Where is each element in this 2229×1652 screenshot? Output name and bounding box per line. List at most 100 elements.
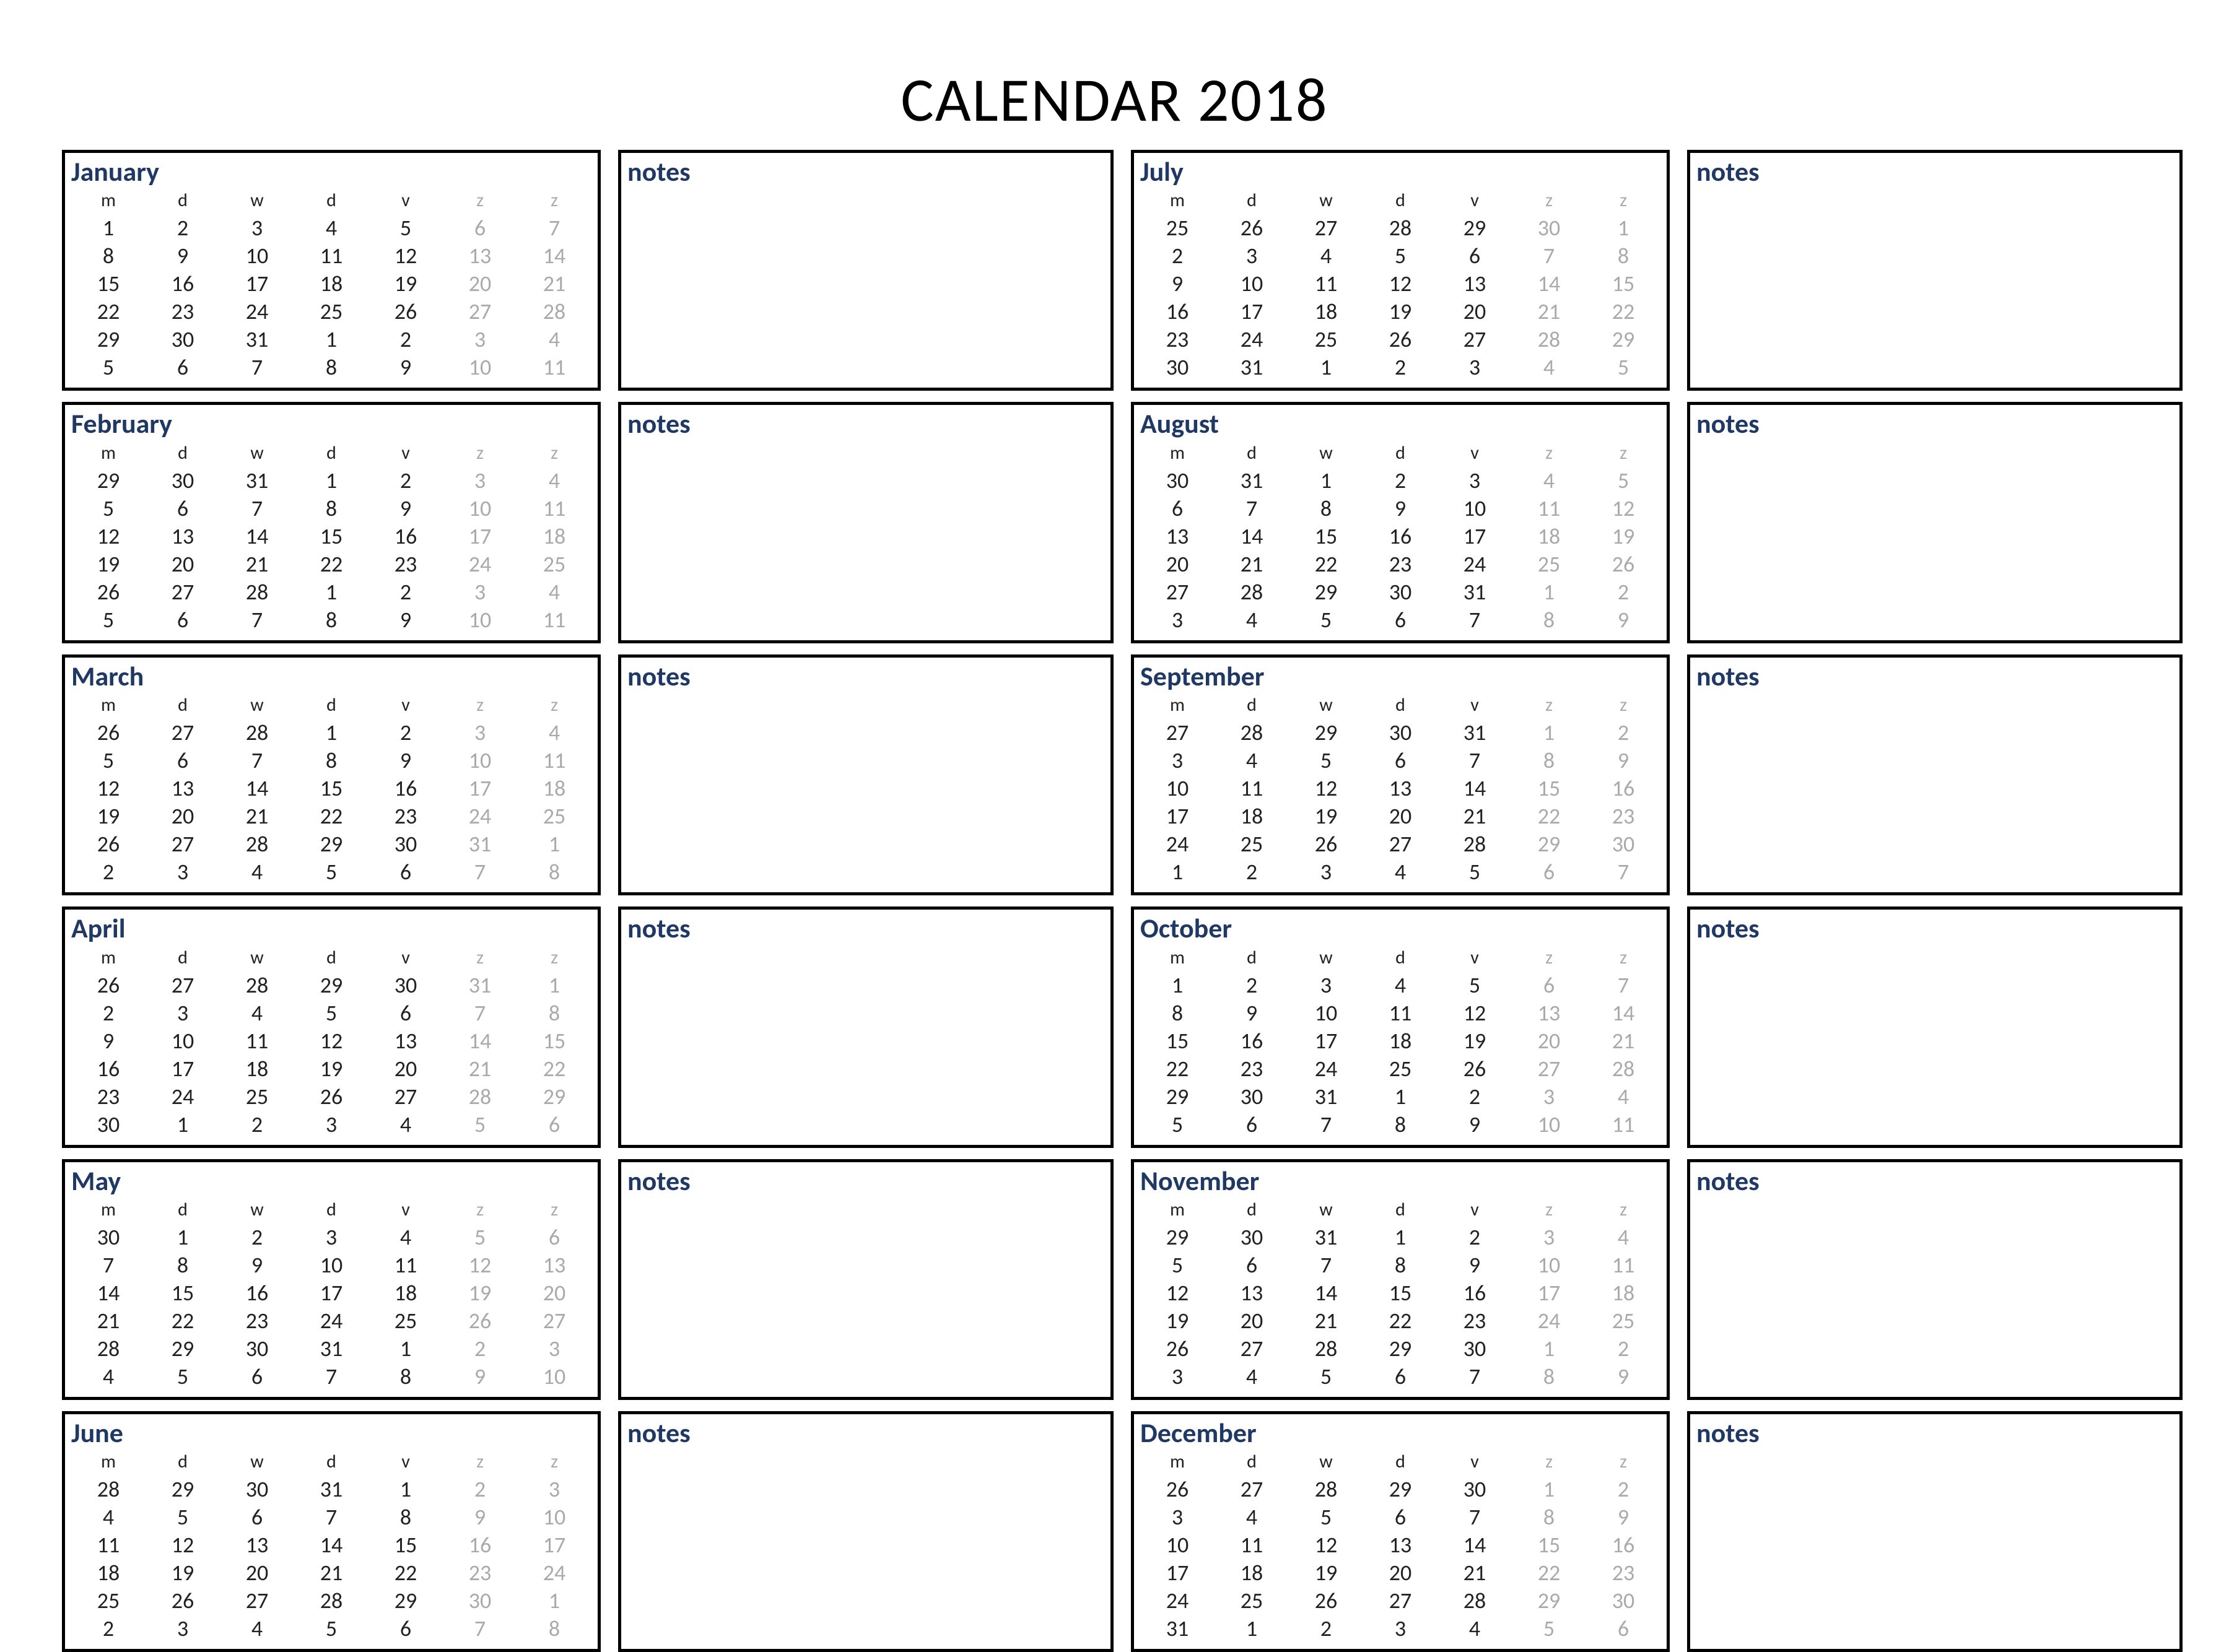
day-cell: 22: [1363, 1307, 1437, 1335]
day-cell: 8: [1363, 1111, 1437, 1139]
week-row: 12131415161718: [71, 775, 591, 802]
day-cell: 8: [369, 1503, 443, 1531]
notes-label: notes: [1696, 157, 2173, 186]
day-cell: 7: [1437, 1503, 1512, 1531]
day-cell: 31: [1437, 719, 1512, 747]
day-cell: 6: [443, 214, 517, 242]
day-cell: 23: [1437, 1307, 1512, 1335]
day-cell: 3: [1140, 606, 1215, 634]
day-cell: 17: [146, 1055, 220, 1083]
day-cell: 30: [1586, 1587, 1660, 1615]
day-cell: 2: [1363, 467, 1437, 495]
day-cell: 26: [71, 972, 146, 999]
day-cell: 30: [1363, 578, 1437, 606]
day-cell: 5: [1437, 972, 1512, 999]
week-row: 2345678: [1140, 242, 1660, 270]
day-cell: 15: [1586, 270, 1660, 298]
day-cell: 16: [1140, 298, 1215, 326]
day-cell: 28: [1586, 1055, 1660, 1083]
day-cell: 5: [443, 1111, 517, 1139]
day-cell: 2: [1215, 858, 1289, 886]
day-cell: 14: [517, 242, 591, 270]
day-cell: 4: [1215, 1363, 1289, 1391]
week-row: 2627282930311: [71, 972, 591, 999]
week-row: 3456789: [1140, 606, 1660, 634]
day-cell: 8: [1140, 999, 1215, 1027]
day-cell: 2: [146, 214, 220, 242]
day-cell: 19: [1437, 1027, 1512, 1055]
day-cell: 27: [1363, 1587, 1437, 1615]
week-row: 567891011: [1140, 1111, 1660, 1139]
week-row: 2930311234: [1140, 1224, 1660, 1251]
day-header: v: [1437, 692, 1512, 719]
day-cell: 26: [71, 830, 146, 858]
day-cell: 6: [146, 747, 220, 775]
day-cell: 14: [1437, 1531, 1512, 1559]
day-cell: 26: [1289, 1587, 1363, 1615]
day-header: z: [1586, 1449, 1660, 1476]
day-cell: 4: [1586, 1083, 1660, 1111]
day-cell: 3: [517, 1476, 591, 1503]
day-cell: 27: [1289, 214, 1363, 242]
day-cell: 21: [1437, 802, 1512, 830]
day-cell: 23: [443, 1559, 517, 1587]
day-header: w: [220, 945, 294, 972]
day-cell: 4: [1215, 606, 1289, 634]
month-name: January: [71, 157, 591, 186]
month-table: mdwdvzz262728123456789101112131415161718…: [71, 692, 591, 886]
month-name: February: [71, 409, 591, 438]
week-row: 303112345: [1140, 354, 1660, 381]
week-row: 12131415161718: [71, 523, 591, 550]
day-cell: 11: [294, 242, 369, 270]
day-cell: 9: [1363, 495, 1437, 523]
month-table: mdwdvzz293031123456789101112131415161718…: [1140, 1197, 1660, 1391]
day-cell: 17: [1140, 1559, 1215, 1587]
day-cell: 9: [443, 1363, 517, 1391]
week-row: 19202122232425: [1140, 1307, 1660, 1335]
notes-box: notes: [618, 654, 1114, 895]
day-cell: 9: [369, 354, 443, 381]
day-cell: 15: [1140, 1027, 1215, 1055]
day-cell: 18: [294, 270, 369, 298]
day-cell: 23: [220, 1307, 294, 1335]
day-cell: 18: [517, 775, 591, 802]
month-box: Februarymdwdvzz2930311234567891011121314…: [62, 402, 601, 643]
day-cell: 13: [1512, 999, 1586, 1027]
day-cell: 11: [1289, 270, 1363, 298]
day-cell: 8: [517, 1615, 591, 1643]
day-cell: 7: [1437, 1363, 1512, 1391]
week-row: 3456789: [1140, 1363, 1660, 1391]
day-cell: 6: [1512, 972, 1586, 999]
week-row: 13141516171819: [1140, 523, 1660, 550]
week-row: 17181920212223: [1140, 1559, 1660, 1587]
day-cell: 6: [369, 858, 443, 886]
calendar-grid: Januarymdwdvzz12345678910111213141516171…: [62, 150, 2167, 1652]
day-cell: 29: [369, 1587, 443, 1615]
week-row: 3456789: [1140, 1503, 1660, 1531]
day-cell: 2: [71, 858, 146, 886]
notes-box: notes: [618, 906, 1114, 1147]
day-cell: 9: [1586, 1503, 1660, 1531]
day-cell: 16: [1363, 523, 1437, 550]
day-header: d: [294, 945, 369, 972]
notes-label: notes: [627, 1418, 1104, 1448]
day-cell: 12: [294, 1027, 369, 1055]
day-cell: 14: [1586, 999, 1660, 1027]
day-cell: 14: [294, 1531, 369, 1559]
day-cell: 4: [1363, 858, 1437, 886]
day-cell: 26: [1140, 1335, 1215, 1363]
day-cell: 1: [1363, 1083, 1437, 1111]
day-header: z: [443, 692, 517, 719]
day-cell: 3: [1512, 1083, 1586, 1111]
day-cell: 4: [1512, 467, 1586, 495]
day-cell: 3: [443, 719, 517, 747]
day-cell: 10: [220, 242, 294, 270]
day-cell: 15: [294, 775, 369, 802]
day-cell: 20: [146, 802, 220, 830]
week-row: 262728293012: [1140, 1476, 1660, 1503]
day-cell: 28: [71, 1335, 146, 1363]
day-cell: 5: [71, 495, 146, 523]
day-cell: 1: [517, 972, 591, 999]
day-cell: 2: [443, 1476, 517, 1503]
day-cell: 24: [443, 802, 517, 830]
